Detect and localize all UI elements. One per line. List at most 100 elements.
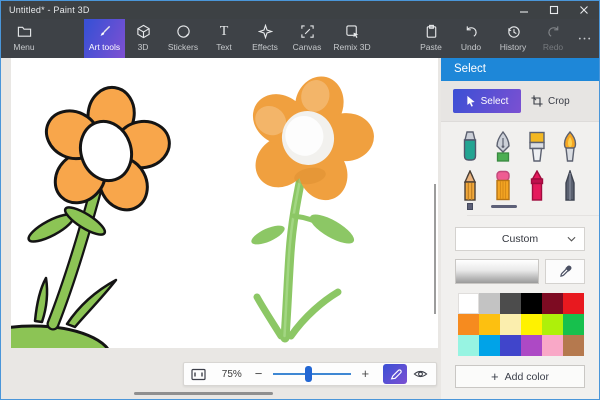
palette-swatch[interactable] bbox=[479, 314, 500, 335]
zoom-toolbar: 75% − + bbox=[183, 362, 437, 386]
flower-3d[interactable] bbox=[243, 71, 375, 338]
selection-mode-section: Select Crop bbox=[441, 81, 599, 122]
toolbar-text[interactable]: T Text bbox=[209, 19, 239, 58]
selected-color-swatch[interactable] bbox=[455, 259, 539, 284]
toolbar-canvas[interactable]: Canvas bbox=[289, 19, 325, 58]
calligraphy-pen-brush[interactable] bbox=[490, 130, 516, 163]
palette-swatch[interactable] bbox=[458, 293, 479, 314]
crayon-brush[interactable] bbox=[524, 169, 550, 202]
flower-2d[interactable] bbox=[11, 84, 173, 348]
add-color-button[interactable]: + Add color bbox=[455, 365, 585, 388]
brush-icon bbox=[97, 24, 112, 39]
color-palette bbox=[458, 293, 584, 356]
caption-buttons bbox=[509, 1, 599, 19]
palette-swatch[interactable] bbox=[458, 335, 479, 356]
palette-swatch[interactable] bbox=[563, 335, 584, 356]
folder-icon bbox=[17, 24, 32, 39]
minimize-button[interactable] bbox=[509, 1, 539, 19]
toolbar-more-button[interactable] bbox=[571, 19, 597, 58]
crayon-icon bbox=[525, 170, 549, 202]
paint3d-window: Untitled* - Paint 3D Menu Art tools 3D S… bbox=[0, 0, 600, 400]
toolbar-effects[interactable]: Effects bbox=[245, 19, 285, 58]
palette-swatch[interactable] bbox=[521, 335, 542, 356]
toolbar-art-tools[interactable]: Art tools bbox=[84, 19, 125, 58]
view-eye-button[interactable] bbox=[409, 364, 431, 384]
brush-page-dot[interactable] bbox=[467, 203, 473, 210]
toolbar-remix-3d[interactable]: Remix 3D bbox=[329, 19, 375, 58]
palette-swatch[interactable] bbox=[500, 293, 521, 314]
zoom-slider-thumb[interactable] bbox=[305, 366, 312, 382]
palette-swatch[interactable] bbox=[500, 335, 521, 356]
undo-arrow-icon bbox=[464, 24, 479, 39]
toolbar-redo: Redo bbox=[537, 19, 569, 58]
color-style-dropdown[interactable]: Custom bbox=[455, 227, 585, 251]
pixel-pen-icon bbox=[558, 170, 582, 202]
close-icon bbox=[579, 5, 589, 15]
cube-icon bbox=[136, 24, 151, 39]
plus-icon: + bbox=[491, 370, 499, 383]
palette-swatch[interactable] bbox=[542, 314, 563, 335]
marker-icon bbox=[458, 131, 482, 163]
select-mode-button[interactable]: Select bbox=[453, 89, 521, 113]
pixel-pen-brush[interactable] bbox=[557, 169, 583, 202]
canvas-area: 75% − + bbox=[1, 58, 441, 399]
toolbar-undo[interactable]: Undo bbox=[453, 19, 489, 58]
drawing-canvas[interactable] bbox=[11, 58, 438, 348]
close-button[interactable] bbox=[569, 1, 599, 19]
oil-brush-brush[interactable] bbox=[557, 130, 583, 163]
calligraphy-pen-icon bbox=[491, 131, 515, 163]
palette-swatch[interactable] bbox=[563, 314, 584, 335]
toolbar-stickers[interactable]: Stickers bbox=[161, 19, 205, 58]
brush-pages-indicator[interactable] bbox=[467, 204, 599, 216]
palette-swatch[interactable] bbox=[479, 293, 500, 314]
eraser-brush[interactable] bbox=[490, 169, 516, 202]
vertical-scrollbar[interactable] bbox=[434, 184, 436, 314]
palette-swatch[interactable] bbox=[542, 293, 563, 314]
paint-brush-brush[interactable] bbox=[524, 130, 550, 163]
pencil-brush[interactable] bbox=[457, 169, 483, 202]
palette-swatch[interactable] bbox=[500, 314, 521, 335]
toolbar-paste[interactable]: Paste bbox=[413, 19, 449, 58]
sparkle-icon bbox=[258, 24, 273, 39]
zoom-level: 75% bbox=[217, 369, 246, 380]
palette-swatch[interactable] bbox=[458, 314, 479, 335]
titlebar: Untitled* - Paint 3D bbox=[1, 1, 599, 19]
eye-icon bbox=[413, 368, 428, 380]
zoom-slider-track[interactable] bbox=[273, 373, 351, 375]
zoom-in-button[interactable]: + bbox=[357, 364, 373, 384]
fit-to-window-icon bbox=[191, 368, 206, 381]
eraser-icon bbox=[491, 170, 515, 202]
fit-to-window-button[interactable] bbox=[189, 364, 207, 384]
maximize-button[interactable] bbox=[539, 1, 569, 19]
paint-brush-icon bbox=[525, 131, 549, 163]
pencil-icon bbox=[458, 170, 482, 202]
palette-swatch[interactable] bbox=[521, 293, 542, 314]
toolbar-3d[interactable]: 3D bbox=[129, 19, 157, 58]
palette-swatch[interactable] bbox=[521, 314, 542, 335]
zoom-slider[interactable] bbox=[273, 364, 351, 384]
color-style-value: Custom bbox=[502, 233, 538, 245]
oil-brush-icon bbox=[558, 131, 582, 163]
toolbar-history[interactable]: History bbox=[493, 19, 533, 58]
horizontal-scrollbar[interactable] bbox=[134, 392, 273, 395]
pen-mode-button[interactable] bbox=[383, 364, 407, 384]
marker-brush[interactable] bbox=[457, 130, 483, 163]
panel-title: Select bbox=[441, 58, 599, 81]
palette-swatch[interactable] bbox=[542, 335, 563, 356]
palette-swatch[interactable] bbox=[479, 335, 500, 356]
toolbar-menu[interactable]: Menu bbox=[5, 19, 43, 58]
minimize-icon bbox=[519, 5, 529, 15]
redo-arrow-icon bbox=[546, 24, 561, 39]
ellipsis-icon bbox=[577, 31, 592, 46]
text-icon: T bbox=[220, 24, 229, 39]
brush-page-current[interactable] bbox=[491, 205, 517, 208]
crop-corners-icon bbox=[300, 24, 315, 39]
eyedropper-button[interactable] bbox=[545, 259, 585, 284]
zoom-out-button[interactable]: − bbox=[250, 364, 266, 384]
current-color-row bbox=[455, 259, 585, 284]
chevron-down-icon bbox=[567, 236, 576, 242]
palette-swatch[interactable] bbox=[563, 293, 584, 314]
crop-mode-button[interactable]: Crop bbox=[531, 89, 570, 113]
toolbar: Menu Art tools 3D Stickers T Text Effect… bbox=[1, 19, 599, 58]
crop-icon bbox=[531, 95, 543, 107]
